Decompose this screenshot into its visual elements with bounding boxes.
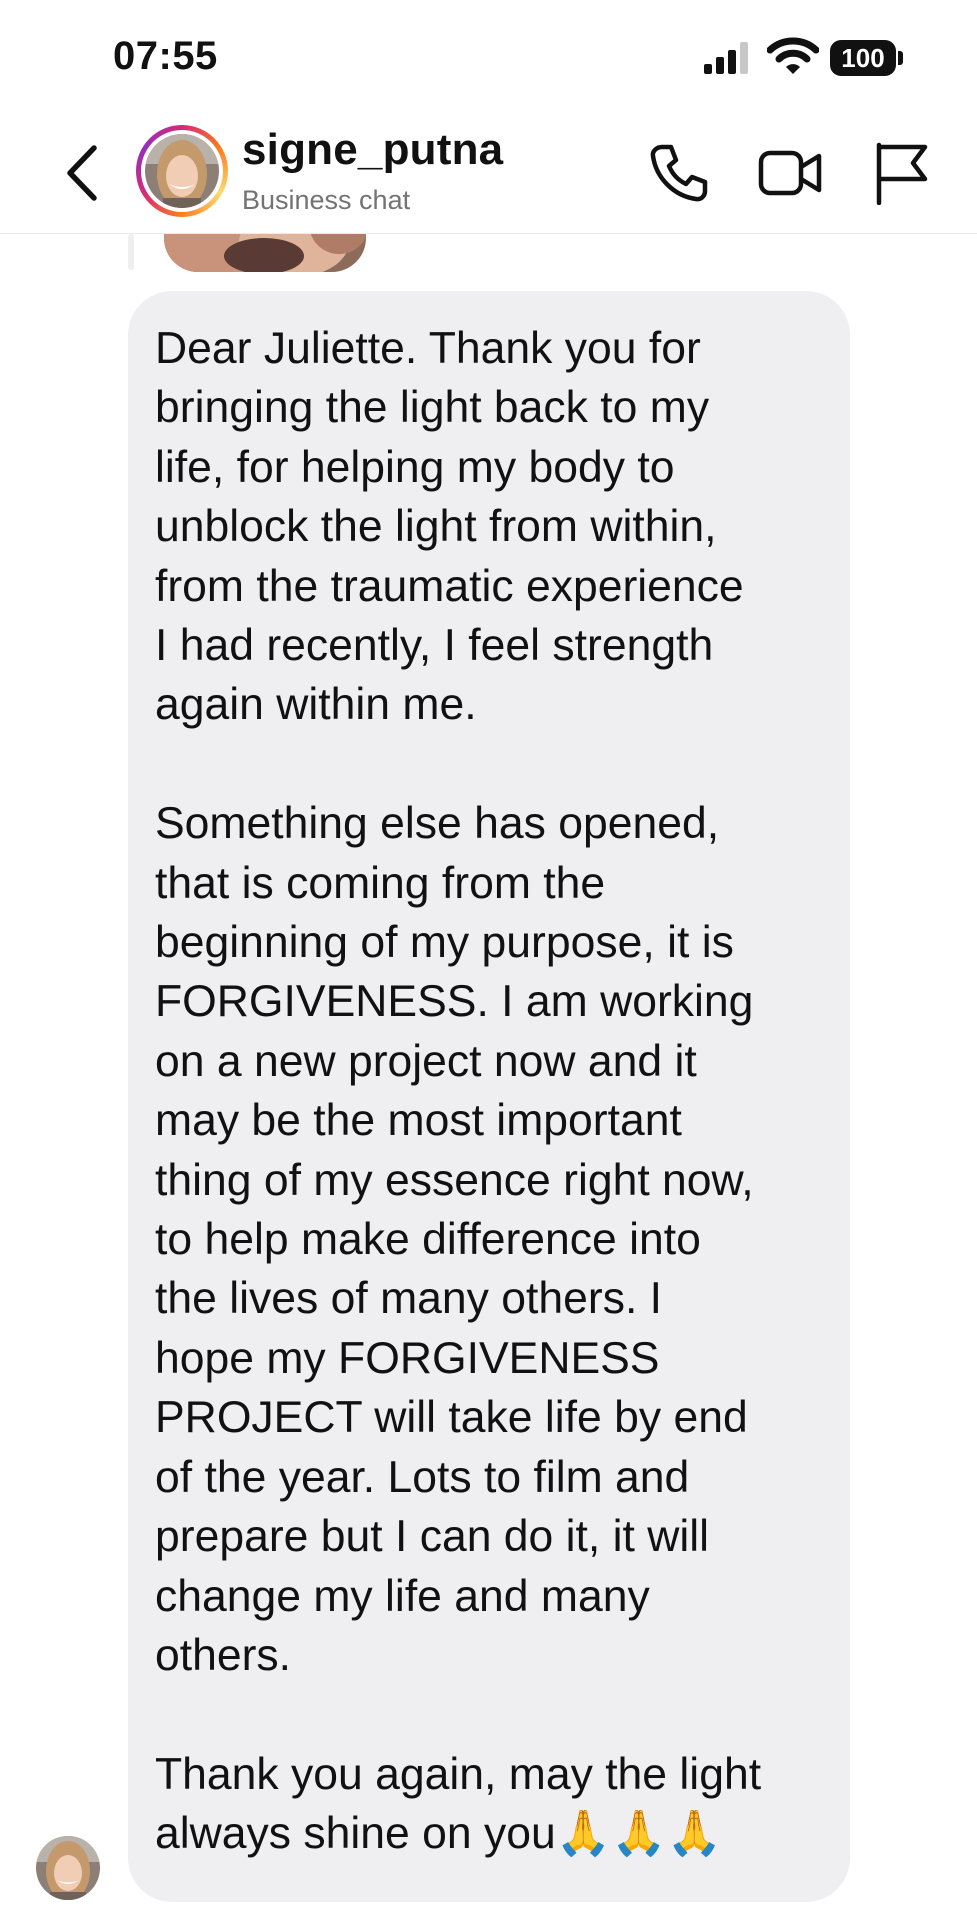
message-line: hope my FORGIVENESS <box>155 1333 660 1383</box>
message-line: thing of my essence right now, <box>155 1155 754 1205</box>
message-line: on a new project now and it <box>155 1036 697 1086</box>
back-chevron-icon[interactable] <box>58 140 110 206</box>
message-line: unblock the light from within, <box>155 502 717 552</box>
message-line: beginning of my purpose, it is <box>155 918 734 968</box>
message-line: the lives of many others. I <box>155 1274 663 1324</box>
wifi-icon <box>767 37 819 74</box>
avatar-photo <box>145 134 219 208</box>
reply-thread-line <box>128 234 134 270</box>
message-line: I had recently, I feel strength <box>155 621 714 671</box>
message-line: that is coming from the <box>155 858 606 908</box>
message-line: prepare but I can do it, it will <box>155 1512 710 1562</box>
phone-icon[interactable] <box>648 142 710 204</box>
message-line: of the year. Lots to film and <box>155 1452 690 1502</box>
message-line: bringing the light back to my <box>155 383 710 433</box>
battery-tip <box>898 51 903 65</box>
video-camera-icon[interactable] <box>758 145 822 201</box>
message-line: Thank you again, may the light <box>155 1749 762 1799</box>
avatar-border <box>141 130 223 212</box>
battery-level: 100 <box>830 40 896 76</box>
message-line: life, for helping my body to <box>155 442 675 492</box>
chat-header: signe_putna Business chat <box>0 115 977 234</box>
conversation[interactable]: Dear Juliette. Thank you for bringing the… <box>0 234 977 1920</box>
sender-avatar[interactable] <box>36 1836 100 1900</box>
message-line: to help make difference into <box>155 1215 701 1265</box>
flag-icon[interactable] <box>873 141 929 205</box>
status-bar: 07:55 100 <box>0 0 977 115</box>
chat-type-label: Business chat <box>242 185 411 215</box>
battery-icon: 100 <box>830 40 904 76</box>
message-text: Dear Juliette. Thank you for bringing the… <box>155 319 824 1864</box>
message-line: FORGIVENESS. I am working <box>155 977 754 1027</box>
contact-avatar[interactable] <box>136 125 228 217</box>
message-line: others. <box>155 1630 292 1680</box>
message-line: from the traumatic experience <box>155 561 744 611</box>
message-line: PROJECT will take life by end <box>155 1393 748 1443</box>
message-bubble[interactable]: Dear Juliette. Thank you for bringing the… <box>128 291 850 1902</box>
message-line: may be the most important <box>155 1096 682 1146</box>
message-line: Something else has opened, <box>155 799 720 849</box>
message-line: always shine on you🙏🙏🙏 <box>155 1809 722 1859</box>
signal-icon <box>704 42 748 74</box>
previous-photo-message[interactable] <box>164 234 366 272</box>
contact-name[interactable]: signe_putna <box>242 125 503 175</box>
message-line: Dear Juliette. Thank you for <box>155 324 701 373</box>
message-line: again within me. <box>155 680 477 730</box>
status-time: 07:55 <box>113 34 218 78</box>
message-line: change my life and many <box>155 1571 650 1621</box>
